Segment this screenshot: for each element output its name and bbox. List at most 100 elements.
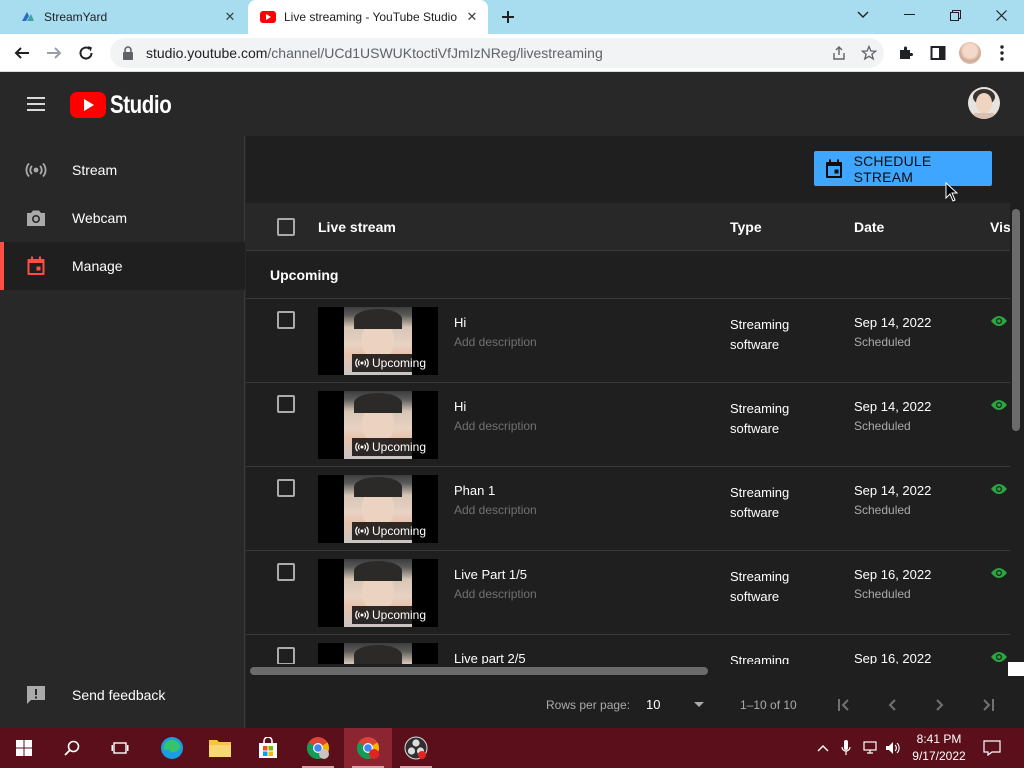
stream-thumbnail[interactable]: Upcoming (318, 307, 438, 375)
column-visibility[interactable]: Vis (990, 219, 1010, 235)
stream-type: Streaming software (730, 317, 790, 352)
youtube-studio-logo[interactable]: Studio (70, 91, 185, 119)
public-visibility-eye-icon[interactable] (990, 482, 1010, 496)
new-tab-button[interactable] (496, 5, 520, 29)
public-visibility-eye-icon[interactable] (990, 650, 1010, 664)
next-page-icon[interactable] (928, 693, 952, 717)
send-feedback-button[interactable]: Send feedback (0, 671, 245, 719)
share-icon[interactable] (824, 45, 854, 61)
stream-description[interactable]: Add description (454, 335, 537, 349)
select-all-checkbox[interactable] (277, 218, 295, 236)
side-panel-icon[interactable] (926, 41, 950, 65)
stream-thumbnail[interactable]: Upcoming (318, 391, 438, 459)
table-row[interactable]: Upcoming Hi Add description Streaming so… (246, 383, 1010, 467)
network-icon[interactable] (862, 728, 880, 768)
microphone-icon[interactable] (838, 728, 854, 768)
file-explorer-icon[interactable] (196, 728, 244, 768)
tab-title: Live streaming - YouTube Studio (284, 10, 457, 24)
windows-start-icon[interactable] (0, 728, 48, 768)
stream-thumbnail[interactable]: Upcoming (318, 475, 438, 543)
chrome-profile-icon[interactable] (294, 728, 342, 768)
back-icon[interactable] (8, 39, 36, 67)
close-window-icon[interactable] (978, 0, 1024, 30)
streamyard-icon (20, 9, 36, 25)
menu-more-icon[interactable] (990, 41, 1014, 65)
previous-page-icon[interactable] (880, 693, 904, 717)
horizontal-scrollbar[interactable] (250, 667, 708, 675)
table-row[interactable]: Upcoming Hi Add description Streaming so… (246, 299, 1010, 383)
sidebar-item-stream[interactable]: Stream (0, 146, 245, 194)
stream-description[interactable]: Add description (454, 503, 537, 517)
tab-search-icon[interactable] (840, 0, 886, 30)
search-icon[interactable] (48, 728, 96, 768)
row-checkbox[interactable] (277, 479, 295, 497)
column-live-stream[interactable]: Live stream (318, 219, 396, 235)
stream-date: Sep 14, 2022 (854, 399, 932, 414)
sidebar-item-label: Webcam (72, 210, 127, 226)
public-visibility-eye-icon[interactable] (990, 314, 1010, 328)
sidebar-item-label: Manage (72, 258, 123, 274)
stream-title[interactable]: Hi (454, 315, 466, 330)
microsoft-store-icon[interactable] (244, 728, 292, 768)
system-clock[interactable]: 8:41 PM 9/17/2022 (906, 731, 972, 765)
address-bar[interactable]: studio.youtube.com/channel/UCd1USWUKtoct… (110, 38, 884, 68)
table-row[interactable]: Upcoming Phan 1 Add description Streamin… (246, 467, 1010, 551)
tab-title: StreamYard (44, 10, 108, 24)
notifications-icon[interactable] (980, 728, 1004, 768)
schedule-stream-button[interactable]: SCHEDULE STREAM (814, 151, 992, 186)
youtube-logo-icon (70, 92, 106, 118)
live-signal-icon (355, 358, 369, 368)
restore-icon[interactable] (932, 0, 978, 30)
public-visibility-eye-icon[interactable] (990, 398, 1010, 412)
bookmark-star-icon[interactable] (854, 45, 884, 61)
edge-browser-icon[interactable] (148, 728, 196, 768)
sidebar-item-manage[interactable]: Manage (0, 242, 245, 290)
mouse-cursor-icon (945, 182, 959, 202)
row-checkbox[interactable] (277, 395, 295, 413)
table-header: Live stream Type Date Vis (246, 203, 1010, 251)
profile-avatar[interactable] (958, 41, 982, 65)
chrome-icon[interactable] (344, 728, 392, 768)
main-content: SCHEDULE STREAM Live stream Type Date Vi… (246, 136, 1024, 728)
forward-icon[interactable] (40, 39, 68, 67)
lock-icon[interactable] (122, 46, 136, 60)
stream-thumbnail[interactable]: Upcoming (318, 559, 438, 627)
browser-toolbar: studio.youtube.com/channel/UCd1USWUKtoct… (0, 34, 1024, 72)
stream-title[interactable]: Phan 1 (454, 483, 495, 498)
column-date[interactable]: Date (854, 219, 884, 235)
close-tab-icon[interactable]: ✕ (220, 7, 240, 27)
hamburger-menu-icon[interactable] (24, 92, 48, 116)
public-visibility-eye-icon[interactable] (990, 566, 1010, 580)
tab-youtube-studio[interactable]: Live streaming - YouTube Studio ✕ (248, 0, 488, 34)
dropdown-caret-icon[interactable] (692, 698, 706, 712)
stream-title[interactable]: Hi (454, 399, 466, 414)
close-tab-icon[interactable]: ✕ (462, 7, 482, 27)
show-hidden-icons-chevron-icon[interactable] (814, 728, 832, 768)
rows-per-page-select[interactable]: 10 (646, 697, 660, 712)
vertical-scrollbar[interactable] (1012, 209, 1020, 431)
stream-title[interactable]: Live Part 1/5 (454, 567, 527, 582)
minimize-icon[interactable] (886, 0, 932, 30)
row-checkbox[interactable] (277, 311, 295, 329)
tab-streamyard[interactable]: StreamYard ✕ (8, 0, 246, 34)
row-checkbox[interactable] (277, 647, 295, 665)
row-checkbox[interactable] (277, 563, 295, 581)
section-upcoming: Upcoming (246, 251, 1010, 299)
first-page-icon[interactable] (832, 693, 856, 717)
camera-icon (24, 206, 48, 230)
account-avatar[interactable] (968, 87, 1000, 119)
feedback-label: Send feedback (72, 687, 166, 703)
extensions-icon[interactable] (894, 41, 918, 65)
reload-icon[interactable] (72, 39, 100, 67)
last-page-icon[interactable] (976, 693, 1000, 717)
column-type[interactable]: Type (730, 219, 762, 235)
stream-type: Streaming software (730, 485, 790, 520)
obs-studio-icon[interactable] (392, 728, 440, 768)
table-row[interactable]: Upcoming Live Part 1/5 Add description S… (246, 551, 1010, 635)
volume-icon[interactable] (884, 728, 902, 768)
sidebar: Stream Webcam Manage Send feedback (0, 136, 245, 728)
stream-description[interactable]: Add description (454, 419, 537, 433)
sidebar-item-webcam[interactable]: Webcam (0, 194, 245, 242)
stream-description[interactable]: Add description (454, 587, 537, 601)
task-view-icon[interactable] (96, 728, 144, 768)
